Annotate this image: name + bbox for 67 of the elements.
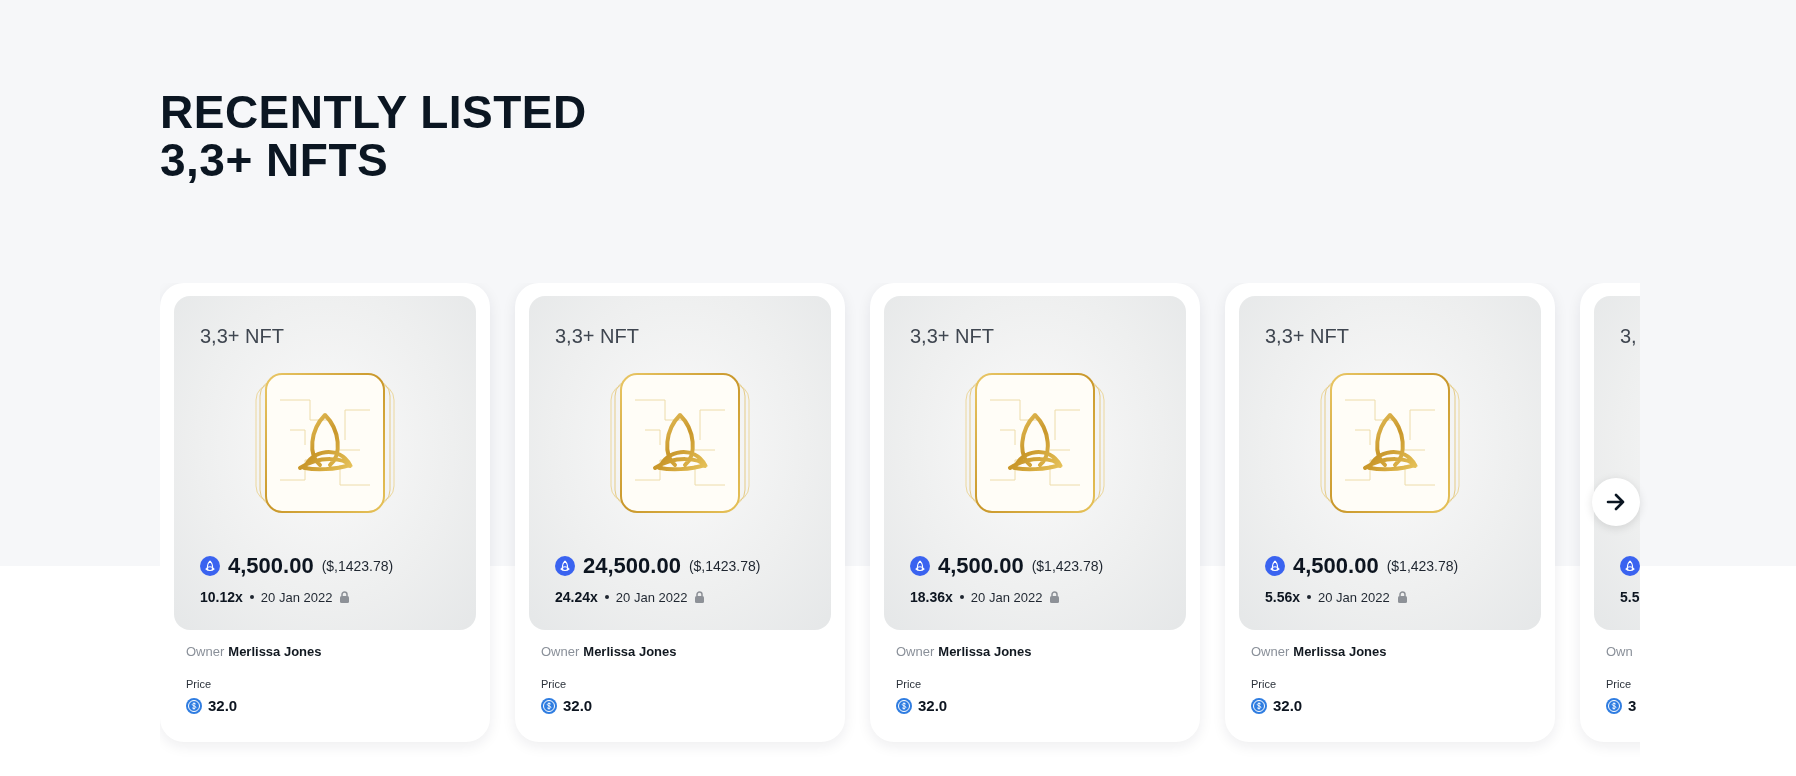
- owner-label: Owner: [541, 644, 580, 661]
- separator-dot: [604, 595, 609, 599]
- multiplier-value: 5.5: [1620, 589, 1640, 605]
- listing-date: 20 Jan 2022: [615, 589, 688, 605]
- usd-value: ($1,423.78): [1386, 558, 1459, 574]
- separator-dot: [249, 595, 254, 599]
- nft-title: 3,3+ NFT: [910, 324, 994, 348]
- section-heading: RECENTLY LISTED: [160, 88, 588, 136]
- price-value: 3: [1628, 697, 1637, 714]
- multiplier-value: 10.12x: [200, 589, 243, 605]
- coin-icon: [1251, 697, 1267, 714]
- owner-label: Own: [1606, 644, 1633, 661]
- nft-title: 3,3+ NFT: [555, 324, 639, 348]
- separator-dot: [959, 595, 964, 599]
- token-icon: [200, 556, 220, 576]
- token-icon: [1265, 556, 1285, 576]
- multiplier-value: 24.24x: [555, 589, 598, 605]
- nft-title: 3,3+ NFT: [1265, 324, 1349, 348]
- nft-card[interactable]: 3,3+ NFT 4,500.00 ($1,423.78) 18.36x 20 Jan 2022 Owner Merlissa Jones Price 32.0: [870, 283, 1200, 742]
- usd-value: ($,1423.78): [321, 558, 394, 574]
- lock-icon: [1049, 591, 1061, 603]
- owner-label: Owner: [896, 644, 935, 661]
- separator-dot: [1307, 595, 1312, 599]
- amount-value: 4,500.00: [1293, 553, 1379, 579]
- amount-value: 4,500.00: [938, 553, 1024, 579]
- coin-icon: [541, 697, 557, 714]
- token-icon: [555, 556, 575, 576]
- nft-card[interactable]: 3, 5.5 Own Price 3: [1580, 283, 1640, 742]
- owner-name[interactable]: Merlissa Jones: [1293, 644, 1387, 662]
- coin-icon: [896, 697, 912, 714]
- nft-card[interactable]: 3,3+ NFT 4,500.00 ($,1423.78) 10.12x 20 Jan 2022 Owner Merlissa Jones Price 32.0: [160, 283, 490, 742]
- arrow-right-icon: [1606, 493, 1626, 511]
- multiplier-value: 18.36x: [910, 589, 953, 605]
- amount-value: 24,500.00: [583, 553, 681, 579]
- price-value: 32.0: [1273, 697, 1303, 714]
- multiplier-value: 5.56x: [1265, 589, 1301, 605]
- lock-icon: [694, 591, 706, 603]
- token-icon: [910, 556, 930, 576]
- lock-icon: [339, 591, 351, 603]
- lock-icon: [1396, 591, 1408, 603]
- owner-name[interactable]: Merlissa Jones: [938, 644, 1032, 662]
- owner-label: Owner: [186, 644, 225, 661]
- price-value: 32.0: [208, 697, 238, 714]
- usd-value: ($,1423.78): [688, 558, 761, 574]
- usd-value: ($1,423.78): [1031, 558, 1104, 574]
- owner-name[interactable]: Merlissa Jones: [228, 644, 322, 662]
- amount-value: 4,500.00: [228, 553, 314, 579]
- owner-name[interactable]: Merlissa Jones: [583, 644, 677, 662]
- price-label: Price: [541, 678, 568, 692]
- listing-date: 20 Jan 2022: [970, 589, 1043, 605]
- nft-card[interactable]: 3,3+ NFT 24,500.00 ($,1423.78) 24.24x 20 Jan 2022 Owner Merlissa Jones Price 32.0: [515, 283, 845, 742]
- price-value: 32.0: [563, 697, 593, 714]
- coin-icon: [1606, 697, 1622, 714]
- nft-title: 3,: [1620, 324, 1637, 348]
- section-heading: 3,3+ NFTS: [160, 136, 390, 184]
- price-label: Price: [896, 678, 923, 692]
- listing-date: 20 Jan 2022: [260, 589, 333, 605]
- price-value: 32.0: [918, 697, 948, 714]
- token-icon: [1620, 556, 1640, 576]
- nft-card[interactable]: 3,3+ NFT 4,500.00 ($1,423.78) 5.56x 20 Jan 2022 Owner Merlissa Jones Price 32.0: [1225, 283, 1555, 742]
- price-label: Price: [1606, 678, 1633, 692]
- owner-label: Owner: [1251, 644, 1290, 661]
- price-label: Price: [186, 678, 213, 692]
- price-label: Price: [1251, 678, 1278, 692]
- nft-title: 3,3+ NFT: [200, 324, 284, 348]
- listing-date: 20 Jan 2022: [1318, 589, 1390, 605]
- coin-icon: [186, 697, 202, 714]
